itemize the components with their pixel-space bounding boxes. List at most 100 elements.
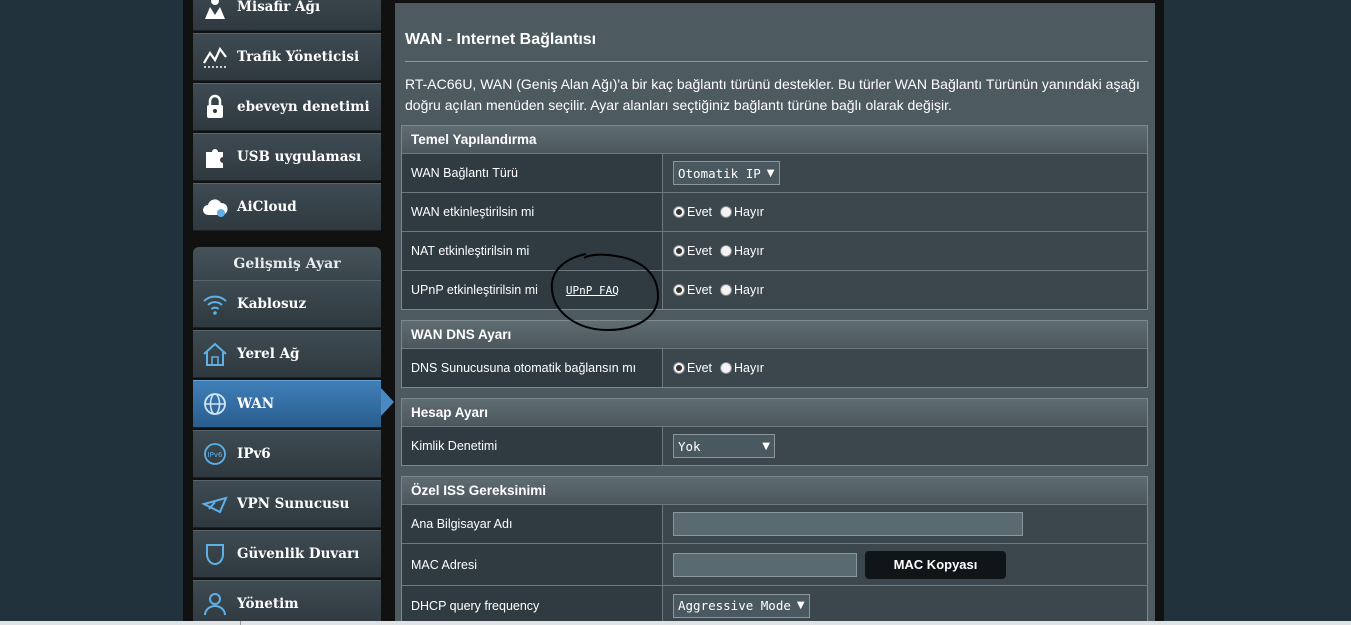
account-panel: Hesap Ayarı Kimlik Denetimi Yok ▼	[401, 398, 1148, 466]
globe-icon	[193, 380, 237, 428]
nat-enable-row: NAT etkinleştirilsin mi Evet Hayır	[402, 231, 1147, 270]
nav-label: Yönetim	[237, 596, 299, 612]
wan-dns-panel: WAN DNS Ayarı DNS Sunucusuna otomatik ba…	[401, 320, 1148, 388]
wan-enable-no-radio[interactable]	[720, 206, 733, 218]
dhcp-frequency-select[interactable]: Aggressive Mode ▼	[673, 593, 810, 618]
panel-header: WAN DNS Ayarı	[402, 321, 1147, 348]
svg-text:IPv6: IPv6	[208, 451, 223, 459]
auto-dns-row: DNS Sunucusuna otomatik bağlansın mı Eve…	[402, 348, 1147, 387]
chevron-down-icon: ▼	[762, 440, 770, 452]
puzzle-icon	[193, 133, 237, 181]
nav-item-vpn-server[interactable]: VPN Sunucusu	[193, 480, 381, 528]
advanced-settings-header: Gelişmiş Ayar	[193, 247, 381, 281]
field-label: DNS Sunucusuna otomatik bağlansın mı	[402, 349, 663, 387]
nav-label: Yerel Ağ	[237, 346, 300, 362]
select-value: Aggressive Mode	[678, 598, 791, 613]
basic-config-panel: Temel Yapılandırma WAN Bağlantı Türü Oto…	[401, 125, 1148, 310]
nat-enable-no-radio[interactable]	[720, 245, 733, 257]
field-label: UPnP etkinleştirilsin mi	[411, 283, 538, 297]
nav-item-usb-application[interactable]: USB uygulaması	[193, 133, 381, 181]
upnp-label-cell: UPnP etkinleştirilsin mi UPnP FAQ	[402, 271, 663, 309]
nav-item-guest-network[interactable]: Misafir Ağı	[193, 0, 381, 31]
upnp-faq-link[interactable]: UPnP FAQ	[566, 284, 619, 297]
wifi-icon	[193, 280, 237, 328]
chevron-down-icon: ▼	[796, 600, 805, 611]
upnp-enable-no-radio[interactable]	[720, 284, 733, 296]
shield-icon	[193, 530, 237, 578]
field-label: Ana Bilgisayar Adı	[402, 505, 663, 543]
nav-item-administration[interactable]: Yönetim	[193, 580, 381, 625]
nav-label: IPv6	[237, 446, 271, 462]
nav-label: VPN Sunucusu	[237, 496, 350, 512]
wan-type-select[interactable]: Otomatik IP ▼	[673, 161, 780, 185]
nav-label: Misafir Ağı	[237, 0, 321, 15]
field-label: DHCP query frequency	[402, 586, 663, 625]
field-label: NAT etkinleştirilsin mi	[402, 232, 663, 270]
ipv6-icon: IPv6	[193, 430, 237, 478]
panel-header: Hesap Ayarı	[402, 399, 1147, 426]
window-bottom-edge	[0, 621, 1351, 625]
wan-enable-yes-radio[interactable]	[673, 206, 685, 218]
title-divider	[405, 61, 1148, 62]
nat-enable-yes-radio[interactable]	[673, 245, 685, 257]
nav-label: Kablosuz	[237, 296, 307, 312]
nav-label: Güvenlik Duvarı	[237, 546, 360, 562]
dhcp-frequency-row: DHCP query frequency Aggressive Mode ▼	[402, 585, 1147, 625]
admin-user-icon	[193, 580, 237, 625]
hostname-input[interactable]	[673, 512, 1023, 536]
nav-label: ebeveyn denetimi	[237, 99, 370, 115]
chevron-down-icon: ▼	[766, 167, 775, 179]
home-icon	[193, 330, 237, 378]
upnp-enable-yes-radio[interactable]	[673, 284, 685, 296]
nav-label: WAN	[237, 396, 275, 412]
radio-label: Evet	[687, 283, 713, 297]
traffic-manager-icon	[193, 33, 237, 81]
nav-item-ipv6[interactable]: IPv6 IPv6	[193, 430, 381, 478]
nav-label: AiCloud	[237, 199, 297, 215]
radio-label: Evet	[687, 244, 713, 258]
upnp-enable-row: UPnP etkinleştirilsin mi UPnP FAQ Evet H…	[402, 270, 1147, 309]
wan-type-row: WAN Bağlantı Türü Otomatik IP ▼	[402, 153, 1147, 192]
radio-label: Hayır	[734, 283, 764, 297]
edge-tick	[240, 621, 241, 625]
nav-item-firewall[interactable]: Güvenlik Duvarı	[193, 530, 381, 578]
auto-dns-no-radio[interactable]	[720, 362, 733, 374]
main-content: WAN - Internet Bağlantısı RT-AC66U, WAN …	[395, 3, 1155, 625]
nav-item-aicloud[interactable]: AiCloud	[193, 183, 381, 231]
auth-select[interactable]: Yok ▼	[673, 434, 775, 458]
field-label: WAN etkinleştirilsin mi	[402, 193, 663, 231]
radio-label: Evet	[687, 361, 713, 375]
nav-item-wan[interactable]: WAN	[193, 380, 381, 428]
nav-label: Trafik Yöneticisi	[237, 49, 360, 65]
vpn-icon	[193, 480, 237, 528]
mac-row: MAC Adresi MAC Kopyası	[402, 543, 1147, 585]
select-value: Otomatik IP	[678, 165, 761, 181]
auth-row: Kimlik Denetimi Yok ▼	[402, 426, 1147, 465]
radio-label: Evet	[687, 205, 713, 219]
nav-item-traffic-manager[interactable]: Trafik Yöneticisi	[193, 33, 381, 81]
lock-icon	[193, 83, 237, 131]
cloud-icon	[193, 183, 237, 231]
mac-address-input[interactable]	[673, 552, 857, 577]
guest-network-icon	[193, 0, 237, 31]
field-label: WAN Bağlantı Türü	[402, 154, 663, 192]
radio-label: Hayır	[734, 361, 764, 375]
page-description: RT-AC66U, WAN (Geniş Alan Ağı)'a bir kaç…	[405, 76, 1140, 113]
active-nav-indicator	[381, 388, 394, 416]
wan-enable-row: WAN etkinleştirilsin mi Evet Hayır	[402, 192, 1147, 231]
panel-header: Özel ISS Gereksinimi	[402, 477, 1147, 504]
select-value: Yok	[678, 438, 701, 454]
field-label: Kimlik Denetimi	[402, 427, 663, 465]
hostname-row: Ana Bilgisayar Adı	[402, 504, 1147, 543]
panel-header: Temel Yapılandırma	[402, 126, 1147, 153]
nav-item-parental-control[interactable]: ebeveyn denetimi	[193, 83, 381, 131]
nav-item-lan[interactable]: Yerel Ağ	[193, 330, 381, 378]
page-title: WAN - Internet Bağlantısı	[405, 31, 597, 48]
nav-item-wireless[interactable]: Kablosuz	[193, 280, 381, 328]
radio-label: Hayır	[734, 205, 764, 219]
nav-label: USB uygulaması	[237, 149, 362, 165]
isp-requirements-panel: Özel ISS Gereksinimi Ana Bilgisayar Adı …	[401, 476, 1148, 625]
auto-dns-yes-radio[interactable]	[673, 362, 685, 374]
mac-clone-button[interactable]: MAC Kopyası	[864, 549, 1007, 580]
radio-label: Hayır	[734, 244, 764, 258]
